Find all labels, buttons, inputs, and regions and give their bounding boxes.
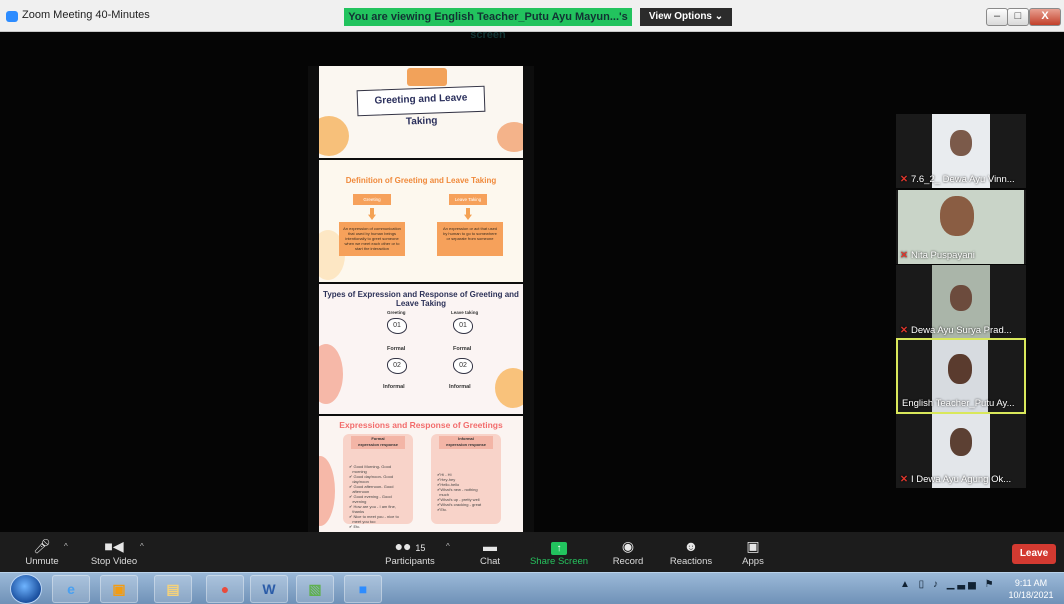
muted-mic-icon: 🎤︎ [33,538,51,554]
reactions-icon: ☻ [683,538,699,554]
participants-button[interactable]: ●● 15 Participants [382,536,438,567]
formal-label: Formal [453,346,472,352]
slide-title: Greeting and Leave Taking [319,66,523,158]
muted-mic-icon: ✕ [900,174,908,185]
decor-blob [319,344,343,404]
system-tray[interactable]: ▲ ▯ ♪ ▁▃▅ ⚑ [900,579,997,590]
arrow-down-icon [464,208,472,220]
unmute-button[interactable]: 🎤︎ Unmute [22,536,62,567]
video-options-caret[interactable]: ^ [140,542,144,551]
close-button[interactable]: X [1029,8,1061,26]
maximize-button[interactable]: □ [1007,8,1029,26]
decor-blob [495,368,523,408]
clock[interactable]: 9:11 AM 10/18/2021 [1002,577,1060,601]
participant-name: ✕ 7.6_2_ Dewa Ayu Vinn... [900,174,1015,185]
participant-name: English Teacher_Putu Ay... [902,398,1015,409]
window-title: Zoom Meeting 40-Minutes [22,9,150,21]
audio-options-caret[interactable]: ^ [64,542,68,551]
share-screen-icon: ↑ [551,542,567,555]
active-speaker-tile[interactable]: English Teacher_Putu Ay... [896,338,1026,414]
decor-blob [319,456,335,526]
clock-date: 10/18/2021 [1008,590,1054,600]
title-bar: Zoom Meeting 40-Minutes You are viewing … [0,0,1064,41]
word-icon[interactable]: W [250,575,288,603]
outlook-icon[interactable]: ▣ [100,575,138,603]
slide-definition: Definition of Greeting and Leave Taking … [319,160,523,282]
shared-screen[interactable]: Greeting and Leave Taking Definition of … [308,66,534,534]
participant-tile[interactable]: ✕ 7.6_2_ Dewa Ayu Vinn... [896,114,1026,188]
zoom-logo-icon [6,11,18,22]
participant-tile[interactable]: ✕ Nita Puspayani [896,190,1026,264]
book-illustration [407,68,447,86]
leave-taking-label: Leave Taking [449,194,487,205]
participant-face [940,196,974,236]
participant-face [948,354,972,384]
record-button[interactable]: ◉ Record [608,536,648,567]
formal-list: ✔ Good Morning- Good morning ✔ Good day/… [349,464,399,529]
chat-button[interactable]: ▬ Chat [472,536,508,567]
zoom-icon[interactable]: ■ [344,575,382,603]
informal-label: Informal [449,384,471,390]
participant-face [950,130,972,156]
record-icon: ◉ [621,538,635,554]
participant-face [950,428,972,456]
share-screen-button[interactable]: ↑ Share Screen [528,536,590,567]
participant-face [950,285,972,311]
slide-heading: Definition of Greeting and Leave Taking [345,176,497,185]
participant-name: ✕ Nita Puspayani [900,250,975,261]
file-explorer-icon[interactable]: ▤ [154,575,192,603]
apps-button[interactable]: ▣ Apps [736,536,770,567]
participant-name: ✕ Dewa Ayu Surya Prad... [900,325,1012,336]
number-badge: 02 [387,358,407,374]
leave-taking-definition: An expression or act that used by human … [437,222,503,256]
reactions-button[interactable]: ☻ Reactions [666,536,716,567]
internet-explorer-icon[interactable]: e [52,575,90,603]
slide-heading: Expressions and Response of Greetings [339,420,503,430]
muted-mic-icon: ✕ [900,250,908,261]
participants-icon: ●● 15 [394,538,426,554]
muted-mic-icon: ✕ [900,474,908,485]
informal-list-header: Informal expression response [439,436,493,449]
leave-taking-column-label: Leave taking [451,310,479,315]
meeting-toolbar: 🎤︎ Unmute ^ ■◀ Stop Video ^ ●● 15 Partic… [0,532,1064,572]
formal-list-header: Formal expression response [351,436,405,449]
minimize-button[interactable]: – [986,8,1008,26]
view-options-button[interactable]: View Options ⌄ [640,8,732,26]
decor-leaf [497,122,523,152]
chat-icon: ▬ [483,538,497,554]
slide-types: Types of Expression and Response of Gree… [319,284,523,414]
apps-icon: ▣ [746,538,760,554]
start-button[interactable] [10,574,42,604]
slide-title-banner: Greeting and Leave Taking [356,85,486,128]
leave-button[interactable]: Leave [1012,544,1056,564]
video-camera-icon: ■◀ [104,538,124,554]
informal-label: Informal [383,384,405,390]
slide-heading: Types of Expression and Response of Gree… [323,290,519,308]
muted-mic-icon: ✕ [900,325,908,336]
clock-time: 9:11 AM [1014,578,1048,588]
informal-list: ✔Hi - Hi ✔Hey-hey ✔Hello-hello ✔What's n… [437,472,482,512]
slide-expressions: Expressions and Response of Greetings Fo… [319,416,523,534]
greeting-label: Greeting [353,194,391,205]
number-badge: 01 [453,318,473,334]
stop-video-button[interactable]: ■◀ Stop Video [86,536,142,567]
participant-tile[interactable]: ✕ Dewa Ayu Surya Prad... [896,265,1026,339]
greeting-column-label: Greeting [387,310,406,315]
formal-label: Formal [387,346,406,352]
decor-leaf [319,116,349,156]
zoom-window: Zoom Meeting 40-Minutes You are viewing … [0,0,1064,604]
participant-name: ✕ I Dewa Ayu Agung Ok... [900,474,1012,485]
windows-taskbar: e ▣ ▤ ● W ▧ ■ ▲ ▯ ♪ ▁▃▅ ⚑ 9:11 AM 10/18/… [0,572,1064,604]
participants-options-caret[interactable]: ^ [446,542,450,551]
greeting-definition: An expression of communication that used… [339,222,405,256]
number-badge: 02 [453,358,473,374]
participant-tile[interactable]: ✕ I Dewa Ayu Agung Ok... [896,414,1026,488]
arrow-down-icon [368,208,376,220]
screen-share-banner: You are viewing English Teacher_Putu Ayu… [344,8,632,41]
number-badge: 01 [387,318,407,334]
photo-viewer-icon[interactable]: ▧ [296,575,334,603]
chrome-icon[interactable]: ● [206,575,244,603]
